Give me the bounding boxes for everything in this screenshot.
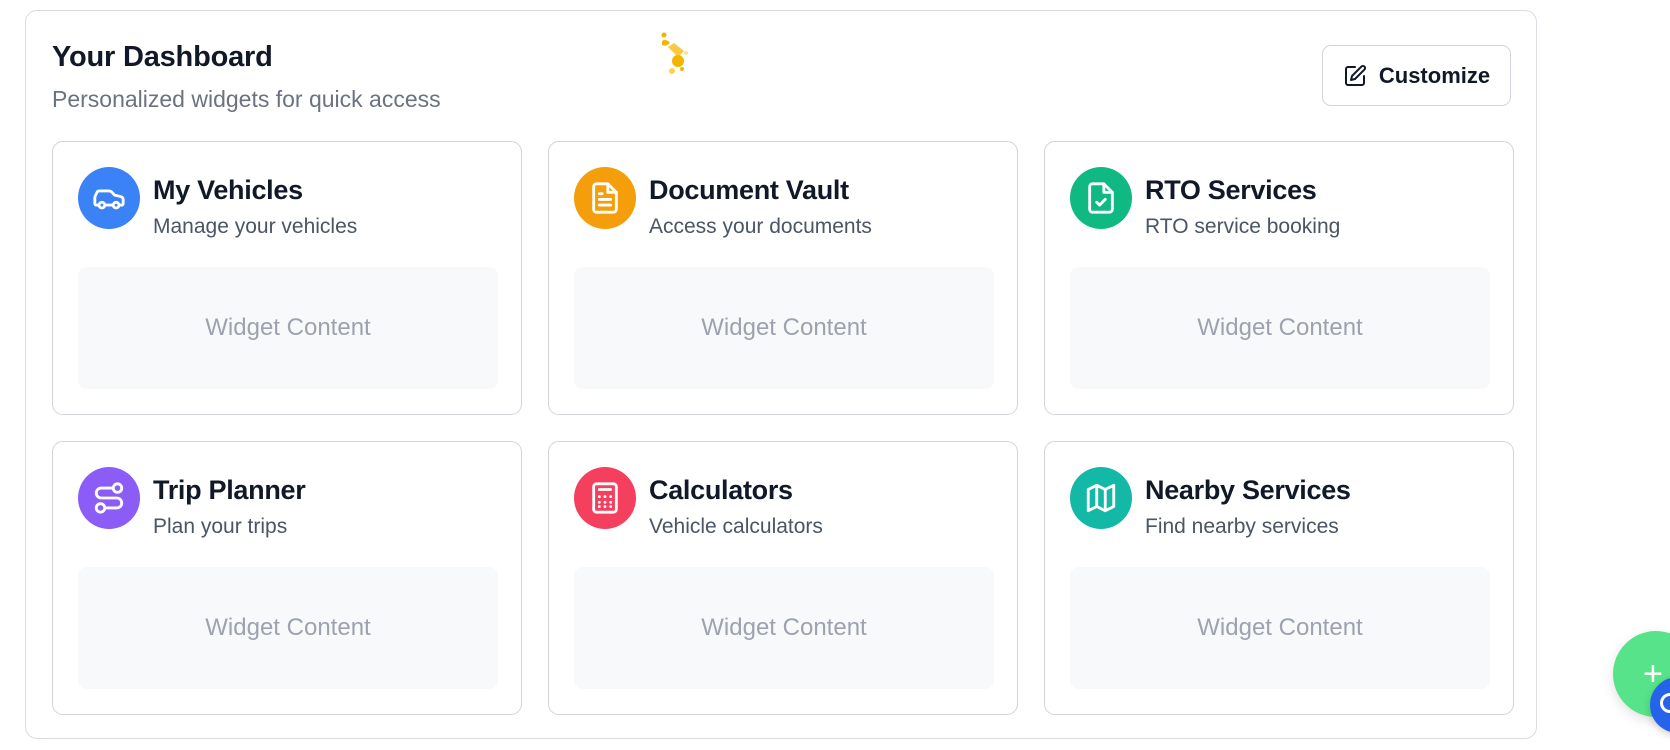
dashboard-panel: Your Dashboard Personalized widgets for … [25,10,1537,739]
widget-content: Widget Content [78,267,498,389]
widget-icon-badge [574,167,636,229]
customize-label: Customize [1378,62,1491,88]
widget-icon-badge [78,467,140,529]
widget-title: My Vehicles [153,175,303,205]
widget-subtitle: Manage your vehicles [153,215,358,238]
widget-title: Document Vault [649,175,849,205]
widget-title: Trip Planner [153,475,306,505]
widget-card-rto-services[interactable]: RTO Services RTO service booking Widget … [1044,141,1514,415]
car-icon [93,189,125,210]
widget-content: Widget Content [574,567,994,689]
widget-title: RTO Services [1145,175,1317,205]
sparkle-decoration-icon [661,32,688,74]
calculator-icon [592,482,618,514]
widget-card-document-vault[interactable]: Document Vault Access your documents Wid… [548,141,1018,415]
widget-icon-badge [78,167,140,229]
widget-content: Widget Content [1070,267,1490,389]
map-icon [1086,483,1116,513]
widget-subtitle: Plan your trips [153,515,288,538]
widget-icon-badge [574,467,636,529]
file-check-icon [1088,182,1114,214]
edit-icon [1344,64,1366,86]
widget-card-nearby-services[interactable]: Nearby Services Find nearby services Wid… [1044,441,1514,715]
widget-content: Widget Content [574,267,994,389]
widget-content: Widget Content [1070,567,1490,689]
page-subtitle: Personalized widgets for quick access [52,86,441,112]
widget-subtitle: Vehicle calculators [649,515,823,538]
document-icon [592,182,618,214]
widget-card-calculators[interactable]: Calculators Vehicle calculators Widget C… [548,441,1018,715]
route-icon [94,482,124,514]
widget-subtitle: RTO service booking [1145,215,1341,238]
widget-icon-badge [1070,167,1132,229]
widget-icon-badge [1070,467,1132,529]
page-title: Your Dashboard [52,41,273,73]
widget-card-trip-planner[interactable]: Trip Planner Plan your trips Widget Cont… [52,441,522,715]
widget-title: Nearby Services [1145,475,1351,505]
widget-grid: My Vehicles Manage your vehicles Widget … [52,141,1514,715]
customize-button[interactable]: Customize [1322,45,1511,106]
widget-content: Widget Content [78,567,498,689]
widget-card-my-vehicles[interactable]: My Vehicles Manage your vehicles Widget … [52,141,522,415]
widget-subtitle: Access your documents [649,215,872,238]
widget-subtitle: Find nearby services [1145,515,1339,538]
widget-title: Calculators [649,475,793,505]
